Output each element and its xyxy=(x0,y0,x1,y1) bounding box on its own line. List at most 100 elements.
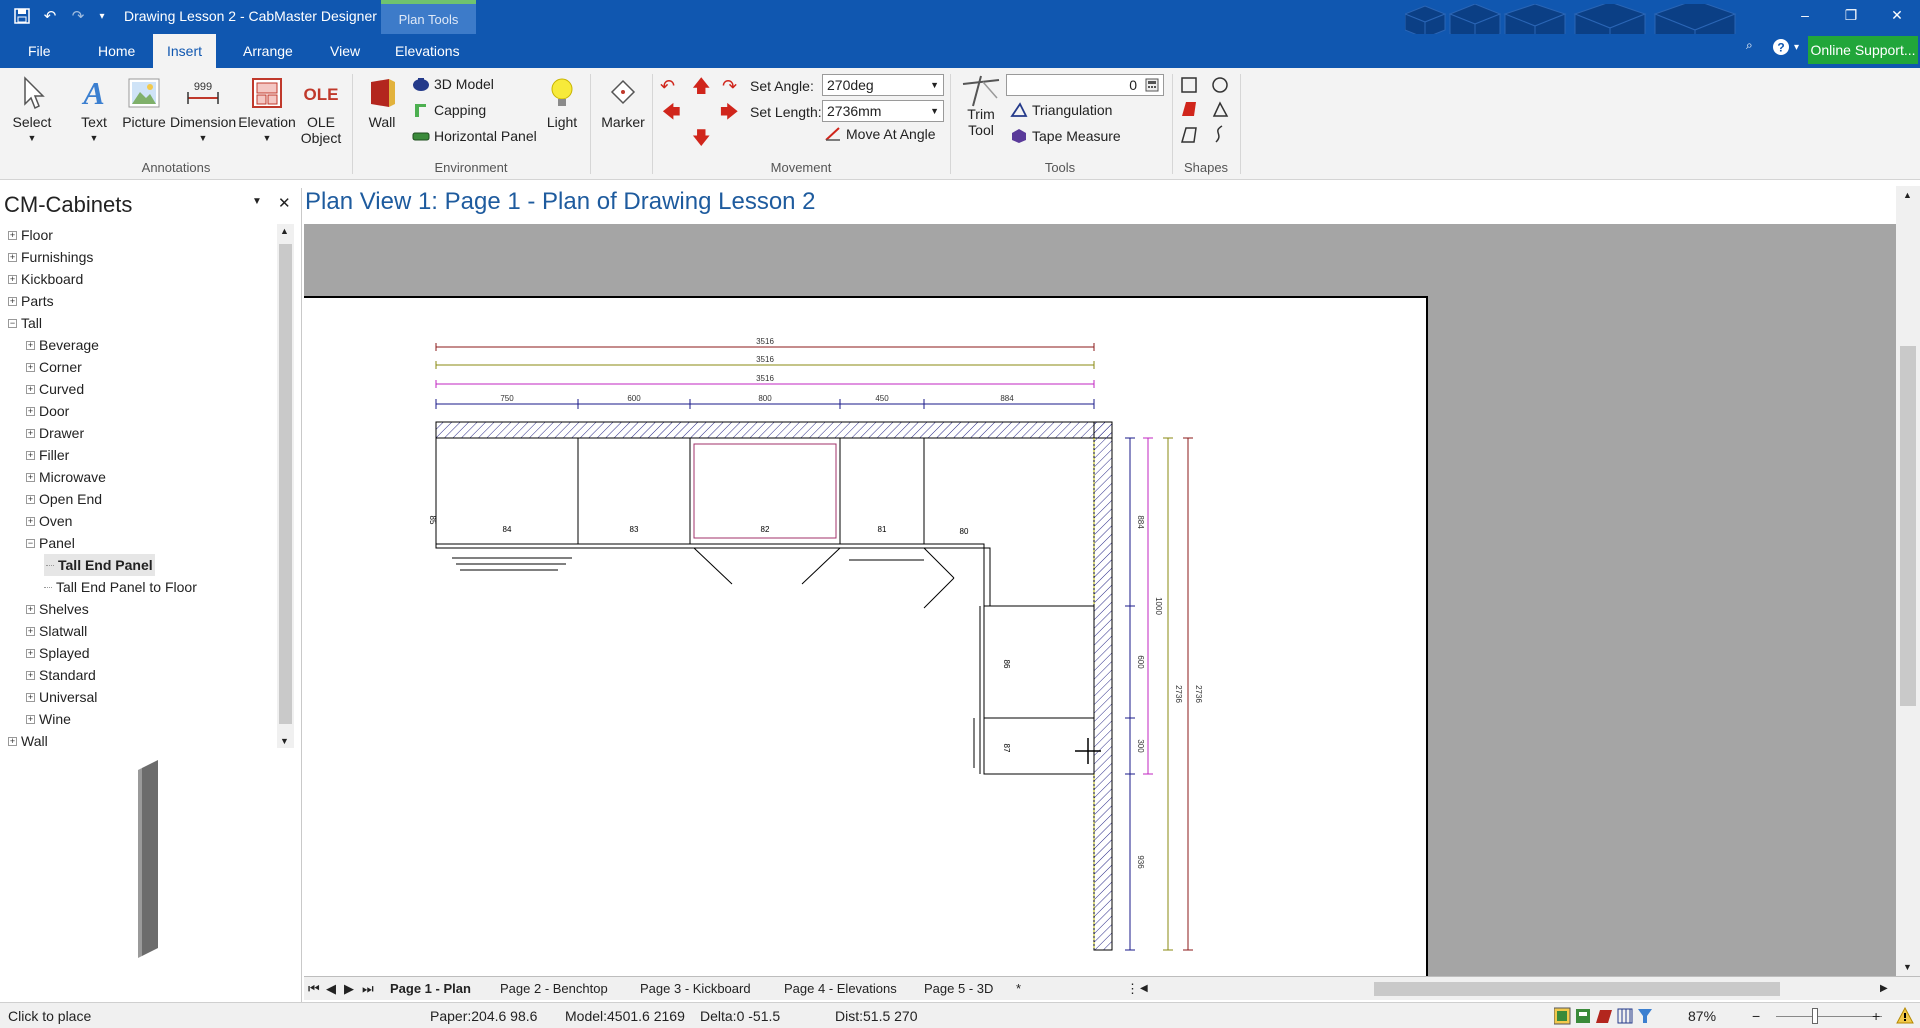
tree-item[interactable]: − Tall xyxy=(8,312,42,334)
tree-item[interactable]: + Filler xyxy=(26,444,69,466)
save-icon[interactable] xyxy=(10,4,34,28)
page-tab-plan[interactable]: Page 1 - Plan xyxy=(390,979,471,999)
horizontal-panel-button[interactable]: Horizontal Panel xyxy=(412,128,537,144)
expand-icon[interactable]: + xyxy=(26,516,35,526)
tab-file[interactable]: File xyxy=(14,34,65,68)
next-page-icon[interactable]: ▶ xyxy=(344,979,354,999)
expand-icon[interactable]: + xyxy=(8,252,17,262)
warning-icon[interactable] xyxy=(1896,1007,1914,1025)
triangulation-button[interactable]: Triangulation xyxy=(1010,102,1112,118)
trapezoid-icon[interactable] xyxy=(1181,127,1197,143)
picture-button[interactable]: Picture xyxy=(122,76,166,130)
rectangle-icon[interactable] xyxy=(1181,77,1197,93)
page-tab-3d[interactable]: Page 5 - 3D xyxy=(924,979,993,999)
marker-button[interactable]: Marker xyxy=(598,76,648,130)
tree-item[interactable]: Tall End Panel to Floor xyxy=(44,576,197,598)
scroll-thumb[interactable] xyxy=(1900,346,1916,706)
customize-toolbar-icon[interactable]: ▾ xyxy=(94,4,110,28)
expand-icon[interactable]: + xyxy=(26,494,35,504)
drawing-canvas[interactable]: 3516 3516 3516 750 600 800 450 884 84 83… xyxy=(304,224,1896,976)
set-length-dropdown[interactable]: 2736mm ▼ xyxy=(822,100,944,122)
tree-item[interactable]: + Wine xyxy=(26,708,71,730)
scroll-up-icon[interactable]: ▲ xyxy=(280,226,289,236)
scroll-left-icon[interactable]: ◀ xyxy=(1140,979,1148,999)
expand-icon[interactable]: + xyxy=(26,714,35,724)
tree-item[interactable]: + Universal xyxy=(26,686,97,708)
snap-grid-icon[interactable] xyxy=(1554,1007,1571,1025)
tree-item[interactable]: + Floor xyxy=(8,224,53,246)
first-page-icon[interactable]: ⏮ xyxy=(308,979,320,999)
restore-button[interactable]: ❐ xyxy=(1828,0,1874,30)
expand-icon[interactable]: + xyxy=(26,692,35,702)
zoom-out-button[interactable]: − xyxy=(1752,1008,1760,1024)
wall-button[interactable]: Wall xyxy=(362,76,402,130)
scroll-down-icon[interactable]: ▼ xyxy=(1903,962,1912,972)
context-tab-plan-tools[interactable]: Plan Tools xyxy=(381,0,476,34)
text-button[interactable]: A Text ▼ xyxy=(76,76,112,146)
tree-scrollbar[interactable]: ▲ ▼ xyxy=(277,224,294,748)
help-dropdown-icon[interactable]: ▾ xyxy=(1794,42,1799,53)
collapse-icon[interactable]: − xyxy=(8,318,17,328)
expand-icon[interactable]: + xyxy=(26,362,35,372)
elevation-button[interactable]: Elevation ▼ xyxy=(238,76,296,146)
rotate-right-icon[interactable]: ↷ xyxy=(722,76,737,97)
zoom-slider-thumb[interactable] xyxy=(1812,1008,1818,1024)
undo-icon[interactable]: ↶ xyxy=(38,4,62,28)
minimize-button[interactable]: – xyxy=(1782,0,1828,30)
tree-item[interactable]: + Curved xyxy=(26,378,84,400)
scroll-right-icon[interactable]: ▶ xyxy=(1880,979,1888,999)
expand-icon[interactable]: + xyxy=(8,296,17,306)
layer-icon[interactable] xyxy=(1576,1009,1590,1023)
help-icon[interactable]: ? xyxy=(1772,38,1790,60)
triangle-icon[interactable] xyxy=(1212,101,1229,117)
tree-item[interactable]: + Microwave xyxy=(26,466,106,488)
circle-icon[interactable] xyxy=(1212,77,1228,93)
arrow-up-icon[interactable]: 🡅 xyxy=(692,74,711,104)
last-page-icon[interactable]: ⏭ xyxy=(362,979,374,999)
redo-icon[interactable]: ↷ xyxy=(66,4,90,28)
wall-snap-icon[interactable] xyxy=(1596,1010,1612,1023)
prev-page-icon[interactable]: ◀ xyxy=(326,979,336,999)
tab-arrange[interactable]: Arrange xyxy=(229,34,307,68)
expand-icon[interactable]: + xyxy=(26,450,35,460)
tree-item[interactable]: + Open End xyxy=(26,488,102,510)
tree-item[interactable]: + Kickboard xyxy=(8,268,83,290)
expand-icon[interactable]: + xyxy=(26,340,35,350)
expand-icon[interactable]: + xyxy=(8,230,17,240)
tree-item[interactable]: − Panel xyxy=(26,532,75,554)
numeric-input[interactable]: 0 xyxy=(1006,74,1164,96)
horizontal-scroll-thumb[interactable] xyxy=(1374,982,1780,996)
capping-button[interactable]: Capping xyxy=(412,102,486,118)
3d-model-button[interactable]: 3D Model xyxy=(412,76,494,92)
expand-icon[interactable]: + xyxy=(26,626,35,636)
online-support-button[interactable]: Online Support... xyxy=(1808,36,1918,64)
canvas-vertical-scrollbar[interactable]: ▲ ▼ xyxy=(1896,186,1920,976)
tree-item[interactable]: + Oven xyxy=(26,510,72,532)
expand-icon[interactable]: + xyxy=(26,604,35,614)
tree-item[interactable]: + Parts xyxy=(8,290,54,312)
panel-close-icon[interactable]: ✕ xyxy=(278,194,291,212)
arrow-right-icon[interactable]: 🡆 xyxy=(720,100,739,130)
page-tab-kickboard[interactable]: Page 3 - Kickboard xyxy=(640,979,751,999)
scroll-down-icon[interactable]: ▼ xyxy=(280,736,289,746)
polygon-icon[interactable] xyxy=(1182,102,1196,116)
collapse-icon[interactable]: − xyxy=(26,538,35,548)
expand-icon[interactable]: + xyxy=(26,384,35,394)
dimension-button[interactable]: 999 Dimension ▼ xyxy=(170,76,236,146)
tree-item[interactable]: Tall End Panel xyxy=(44,554,155,576)
expand-icon[interactable]: + xyxy=(26,472,35,482)
tree-item[interactable]: + Beverage xyxy=(26,334,99,356)
calculator-icon[interactable] xyxy=(1145,78,1159,92)
tree-item[interactable]: + Door xyxy=(26,400,69,422)
ole-object-button[interactable]: OLE OLE Object xyxy=(298,76,344,146)
panel-menu-icon[interactable]: ▼ xyxy=(252,196,262,207)
tab-view[interactable]: View xyxy=(316,34,374,68)
select-button[interactable]: Select ▼ xyxy=(10,76,54,146)
tab-insert[interactable]: Insert xyxy=(153,34,217,68)
expand-icon[interactable]: + xyxy=(8,736,17,746)
tab-home[interactable]: Home xyxy=(84,34,149,68)
scroll-up-icon[interactable]: ▲ xyxy=(1903,190,1912,200)
tree-item[interactable]: + Furnishings xyxy=(8,246,93,268)
move-at-angle-button[interactable]: Move At Angle xyxy=(824,126,936,142)
tab-splitter-icon[interactable]: ⋮ xyxy=(1126,979,1139,999)
